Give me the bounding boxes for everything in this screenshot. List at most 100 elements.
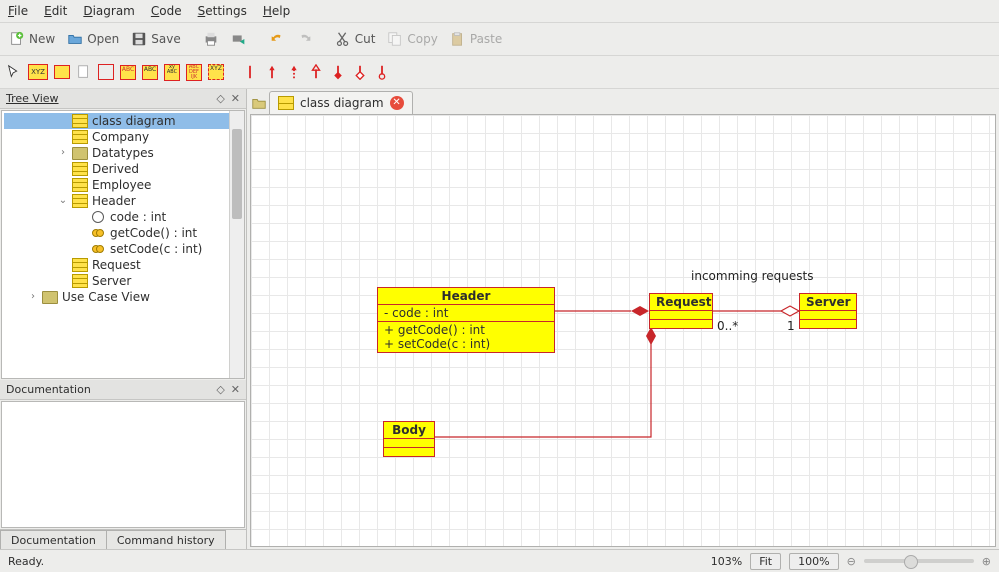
menu-file[interactable]: File — [8, 4, 28, 18]
save-label: Save — [151, 32, 180, 46]
tab-folder-icon[interactable] — [251, 95, 267, 111]
diagram-tab-icon — [278, 95, 294, 111]
uml-header-title: Header — [378, 288, 554, 305]
menu-help[interactable]: Help — [263, 4, 290, 18]
interface-tool-icon[interactable]: ABC — [142, 64, 158, 80]
dependency-tool-icon[interactable] — [286, 64, 302, 80]
tree-item-label: Request — [92, 257, 141, 273]
uml-class-request[interactable]: Request — [649, 293, 713, 329]
tree-item-label: Header — [92, 193, 136, 209]
tree-view[interactable]: class diagramCompany›DatatypesDerivedEmp… — [1, 110, 245, 379]
box-tool-icon[interactable] — [54, 64, 70, 80]
pointer-tool-icon[interactable] — [6, 64, 22, 80]
assoc-tool-icon[interactable] — [242, 64, 258, 80]
directed-assoc-tool-icon[interactable] — [264, 64, 280, 80]
tree-close-icon[interactable]: ✕ — [231, 92, 240, 105]
diagram-tab[interactable]: class diagram ✕ — [269, 91, 413, 114]
cut-label: Cut — [355, 32, 376, 46]
class-icon — [72, 162, 88, 176]
uml-body-title: Body — [384, 422, 434, 439]
tree-item[interactable]: code : int — [4, 209, 244, 225]
tree-item[interactable]: class diagram — [4, 113, 244, 129]
diagram-canvas[interactable]: Header - code : int + getCode() : int + … — [250, 114, 996, 547]
zoom-fit-button[interactable]: Fit — [750, 553, 781, 570]
tree-item-label: setCode(c : int) — [110, 241, 202, 257]
uml-class-server[interactable]: Server — [799, 293, 857, 329]
menu-edit[interactable]: Edit — [44, 4, 67, 18]
operation-icon — [90, 226, 106, 240]
realization-tool-icon[interactable] — [374, 64, 390, 80]
tree-panel-title: Tree View — [6, 92, 59, 105]
new-icon — [9, 31, 25, 47]
uml-request-title: Request — [650, 294, 712, 311]
open-button[interactable]: Open — [64, 30, 122, 48]
tab-command-history[interactable]: Command history — [106, 530, 226, 550]
composition-tool-icon[interactable] — [330, 64, 346, 80]
class-icon — [72, 114, 88, 128]
tab-documentation[interactable]: Documentation — [0, 530, 107, 550]
menu-diagram[interactable]: Diagram — [83, 4, 135, 18]
tree-item[interactable]: ›Use Case View — [4, 289, 244, 305]
generalization-tool-icon[interactable] — [308, 64, 324, 80]
datatype-tool-icon[interactable]: xyABC — [164, 64, 180, 80]
tree-item[interactable]: Request — [4, 257, 244, 273]
menu-settings[interactable]: Settings — [198, 4, 247, 18]
main-toolbar: New Open Save Cut Copy Paste — [0, 23, 999, 56]
note-tool-icon[interactable]: XYZ — [28, 64, 48, 80]
tree-item-label: Company — [92, 129, 149, 145]
operation-icon — [90, 242, 106, 256]
new-label: New — [29, 32, 55, 46]
class-icon — [72, 130, 88, 144]
tree-panel-header: Tree View ◇ ✕ — [0, 89, 246, 109]
tree-item[interactable]: Company — [4, 129, 244, 145]
tree-item[interactable]: setCode(c : int) — [4, 241, 244, 257]
paste-button[interactable]: Paste — [447, 30, 505, 48]
undo-button[interactable] — [266, 30, 288, 48]
copy-label: Copy — [407, 32, 437, 46]
paste-icon — [450, 31, 466, 47]
element-toolbar: XYZ ABC ABC xyABC ABCDEFIJK XYZ — [0, 56, 999, 89]
documentation-textarea[interactable] — [1, 401, 245, 528]
multiplicity-right: 1 — [787, 319, 795, 333]
package-tool-icon[interactable]: XYZ — [208, 64, 224, 80]
attribute-icon — [90, 210, 106, 224]
print-button[interactable] — [200, 30, 222, 48]
copy-button[interactable]: Copy — [384, 30, 440, 48]
tab-close-icon[interactable]: ✕ — [390, 96, 404, 110]
print-preview-button[interactable] — [228, 30, 250, 48]
save-button[interactable]: Save — [128, 30, 183, 48]
doc-close-icon[interactable]: ✕ — [231, 383, 240, 396]
tree-item[interactable]: Employee — [4, 177, 244, 193]
uml-class-body[interactable]: Body — [383, 421, 435, 457]
uml-server-title: Server — [800, 294, 856, 311]
enum-tool-icon[interactable]: ABCDEFIJK — [186, 64, 202, 80]
uml-header-attr: - code : int — [378, 305, 554, 322]
bottom-tabs: Documentation Command history — [0, 529, 246, 550]
tree-item[interactable]: ⌄Header — [4, 193, 244, 209]
tree-item[interactable]: ›Datatypes — [4, 145, 244, 161]
zoom-value: 103% — [711, 555, 742, 568]
new-button[interactable]: New — [6, 30, 58, 48]
aggregation-tool-icon[interactable] — [352, 64, 368, 80]
redo-button[interactable] — [294, 30, 316, 48]
tree-item[interactable]: getCode() : int — [4, 225, 244, 241]
uml-class-header[interactable]: Header - code : int + getCode() : int + … — [377, 287, 555, 353]
class-icon — [72, 258, 88, 272]
class-tool-icon[interactable]: ABC — [120, 64, 136, 80]
zoom-out-icon[interactable]: ⊖ — [847, 555, 856, 568]
uml-header-op1: + getCode() : int — [384, 323, 548, 337]
paste-label: Paste — [470, 32, 502, 46]
menu-code[interactable]: Code — [151, 4, 182, 18]
tree-item[interactable]: Derived — [4, 161, 244, 177]
zoom-in-icon[interactable]: ⊕ — [982, 555, 991, 568]
cut-button[interactable]: Cut — [332, 30, 379, 48]
tree-item[interactable]: Server — [4, 273, 244, 289]
zoom-100-button[interactable]: 100% — [789, 553, 838, 570]
tree-item-label: Datatypes — [92, 145, 154, 161]
zoom-slider[interactable] — [864, 559, 974, 563]
rect-tool-icon[interactable] — [98, 64, 114, 80]
doc-undock-icon[interactable]: ◇ — [216, 383, 224, 396]
tree-scrollbar[interactable] — [229, 111, 244, 378]
page-tool-icon[interactable] — [76, 64, 92, 80]
tree-undock-icon[interactable]: ◇ — [216, 92, 224, 105]
